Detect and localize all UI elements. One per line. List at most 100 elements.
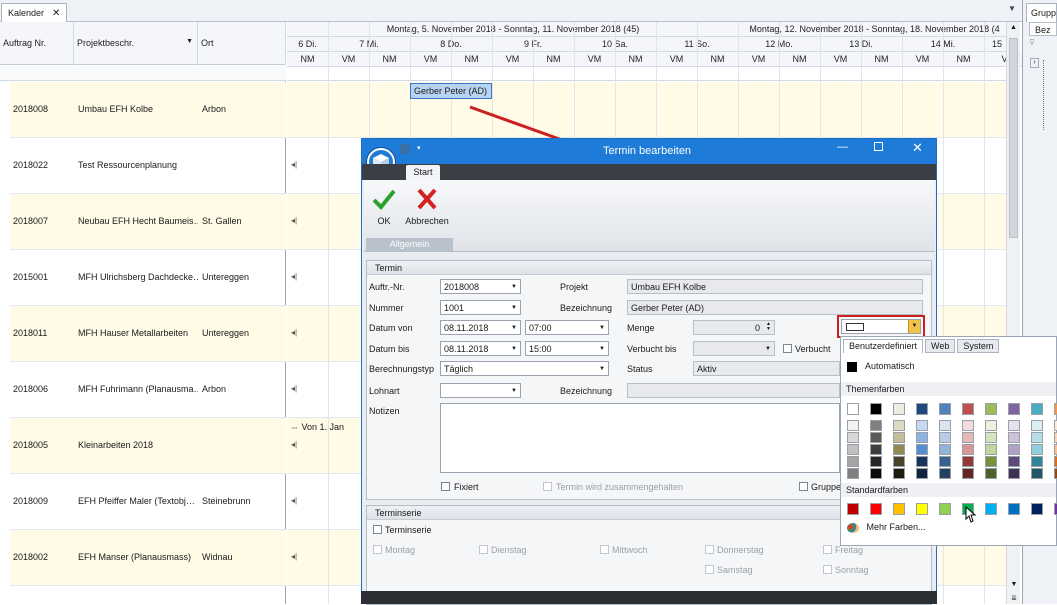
scroll-left-icon[interactable]: ◂|: [291, 328, 297, 337]
filter-row[interactable]: [0, 65, 286, 81]
color-swatch[interactable]: [893, 456, 905, 467]
lohnart-combo[interactable]: ▼: [440, 383, 521, 398]
tab-gruppen[interactable]: Gruppen: [1026, 3, 1057, 22]
color-swatch[interactable]: [870, 420, 882, 431]
color-swatch[interactable]: [916, 468, 928, 479]
color-swatch[interactable]: [1008, 420, 1020, 431]
menge-spinner[interactable]: 0 ▲ ▼: [693, 320, 775, 335]
color-swatch[interactable]: [1031, 420, 1043, 431]
table-row[interactable]: 2018009 EFH Pfeiffer Maler (Textobj… Stein…: [0, 474, 286, 530]
qat-save-icon[interactable]: [400, 144, 410, 154]
color-swatch[interactable]: [1031, 456, 1043, 467]
qat-dropdown-icon[interactable]: ▾: [417, 144, 421, 152]
nummer-combo[interactable]: 1001 ▼: [440, 300, 521, 315]
color-swatch[interactable]: [962, 420, 974, 431]
automatic-color-option[interactable]: Automatisch: [847, 361, 915, 372]
cancel-button[interactable]: Abbrechen: [404, 184, 450, 230]
dialog-titlebar[interactable]: ▾ Termin bearbeiten — ✕: [362, 139, 936, 176]
color-swatch[interactable]: [847, 468, 859, 479]
scroll-thumb[interactable]: [1009, 38, 1018, 238]
color-tab[interactable]: System: [957, 339, 1000, 353]
color-swatch[interactable]: [939, 456, 951, 467]
datum-von-combo[interactable]: 08.11.2018 ▼: [440, 320, 521, 335]
berechnungstyp-combo[interactable]: Täglich ▼: [440, 361, 609, 376]
color-swatch[interactable]: [870, 503, 882, 515]
scroll-end-icon[interactable]: ⇊: [1007, 594, 1021, 602]
color-swatch[interactable]: [962, 403, 974, 415]
color-tab[interactable]: Web: [925, 339, 956, 353]
color-swatch[interactable]: [893, 403, 905, 415]
color-combo-dropdown[interactable]: ▼: [908, 320, 920, 333]
table-row[interactable]: 2018005 Kleinarbeiten 2018: [0, 418, 286, 474]
scroll-left-icon[interactable]: ◂|: [291, 272, 297, 281]
color-swatch[interactable]: [870, 432, 882, 443]
dienstag-checkbox[interactable]: [479, 545, 488, 554]
groups-search-box[interactable]: Bez: [1029, 22, 1057, 36]
tab-kalender[interactable]: Kalender ✕: [1, 3, 68, 22]
color-swatch[interactable]: [1031, 432, 1043, 443]
scroll-left-icon[interactable]: ◂|: [291, 384, 297, 393]
datum-bis-combo[interactable]: 08.11.2018 ▼: [440, 341, 521, 356]
color-swatch[interactable]: [985, 403, 997, 415]
color-combo[interactable]: ▼: [841, 319, 921, 334]
scroll-up-icon[interactable]: ▲: [1007, 24, 1020, 31]
maximize-icon[interactable]: [874, 142, 883, 151]
scroll-left-icon[interactable]: ◂|: [291, 496, 297, 505]
color-swatch[interactable]: [962, 468, 974, 479]
gruppe-checkbox[interactable]: [799, 482, 808, 491]
color-swatch[interactable]: [916, 403, 928, 415]
fixiert-checkbox[interactable]: [441, 482, 450, 491]
color-swatch[interactable]: [939, 503, 951, 515]
color-swatch[interactable]: [939, 403, 951, 415]
tab-list-dropdown-icon[interactable]: ▼: [1006, 4, 1018, 18]
auftr-combo[interactable]: 2018008 ▼: [440, 279, 521, 294]
color-swatch[interactable]: [985, 432, 997, 443]
color-swatch[interactable]: [1008, 456, 1020, 467]
color-swatch[interactable]: [1008, 432, 1020, 443]
column-header-order-no[interactable]: Auftrag Nr.: [0, 22, 74, 65]
samstag-checkbox[interactable]: [705, 565, 714, 574]
color-swatch[interactable]: [847, 403, 859, 415]
color-swatch[interactable]: [916, 420, 928, 431]
color-swatch[interactable]: [939, 420, 951, 431]
color-swatch[interactable]: [1031, 468, 1043, 479]
montag-checkbox[interactable]: [373, 545, 382, 554]
close-icon[interactable]: ✕: [912, 140, 923, 156]
column-header-project-desc[interactable]: Projektbeschr. ▼: [74, 22, 198, 65]
scroll-down-icon[interactable]: ▼: [1007, 581, 1021, 588]
color-swatch[interactable]: [962, 456, 974, 467]
table-row[interactable]: 2018006 MFH Fuhrimann (Planausma… Arbon: [0, 362, 286, 418]
mittwoch-checkbox[interactable]: [600, 545, 609, 554]
verbucht-bis-combo[interactable]: ▼: [693, 341, 775, 356]
table-row[interactable]: 2015001 MFH Ulrichsberg Dachdecke… Untereg…: [0, 250, 286, 306]
expand-icon[interactable]: ›: [1030, 58, 1039, 68]
spinner-icon[interactable]: ▲ ▼: [766, 322, 771, 332]
scroll-left-icon[interactable]: ◂|: [291, 552, 297, 561]
scroll-left-icon[interactable]: ◂|: [291, 160, 297, 169]
color-swatch[interactable]: [916, 503, 928, 515]
color-swatch[interactable]: [1031, 503, 1043, 515]
color-swatch[interactable]: [916, 456, 928, 467]
table-row[interactable]: 2018007 Neubau EFH Hecht Baumeis… St. Gall…: [0, 194, 286, 250]
filter-icon[interactable]: ⊽: [1029, 38, 1035, 47]
color-swatch[interactable]: [1008, 468, 1020, 479]
donnerstag-checkbox[interactable]: [705, 545, 714, 554]
color-swatch[interactable]: [893, 432, 905, 443]
table-row[interactable]: 2018011 MFH Hauser Metallarbeiten Unteregg…: [0, 306, 286, 362]
table-row[interactable]: 2018022 Test Ressourcenplanung: [0, 138, 286, 194]
color-swatch[interactable]: [985, 456, 997, 467]
color-swatch[interactable]: [1031, 403, 1043, 415]
table-row[interactable]: 2018002 EFH Manser (Planausmass) Widnau: [0, 530, 286, 586]
minimize-icon[interactable]: —: [837, 141, 848, 153]
zeit-von-combo[interactable]: 07:00 ▼: [525, 320, 609, 335]
notizen-textarea[interactable]: [440, 403, 840, 473]
color-swatch[interactable]: [893, 503, 905, 515]
color-swatch[interactable]: [870, 468, 882, 479]
color-swatch[interactable]: [1008, 503, 1020, 515]
color-swatch[interactable]: [847, 432, 859, 443]
color-swatch[interactable]: [985, 503, 997, 515]
color-swatch[interactable]: [985, 420, 997, 431]
terminserie-checkbox[interactable]: [373, 525, 382, 534]
scroll-left-icon[interactable]: ◂|: [291, 440, 297, 449]
color-swatch[interactable]: [1031, 444, 1043, 455]
